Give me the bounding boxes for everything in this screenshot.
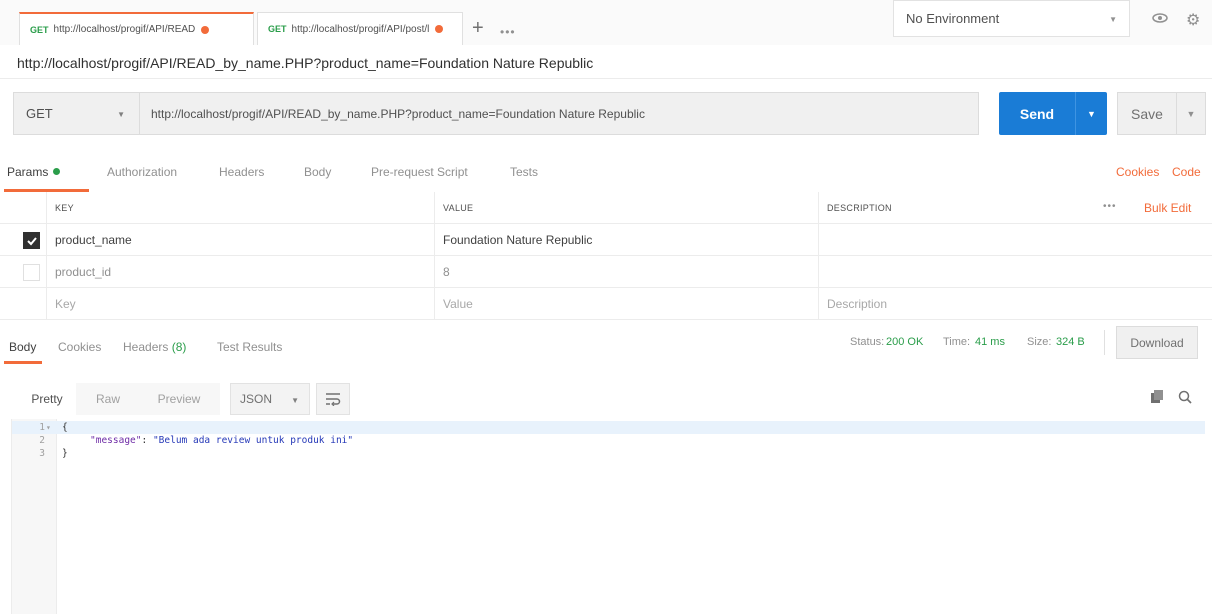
format-select[interactable]: JSON ▼ [230,383,310,415]
code-line: 1 ▾ { [12,421,1205,434]
json-string-value: "Belum ada review untuk produk ini" [152,435,354,446]
caret-down-icon: ▼ [117,110,125,119]
url-input[interactable] [139,92,979,135]
row-checkbox[interactable] [23,264,40,281]
json-separator: : [141,435,153,446]
eye-icon[interactable] [1152,13,1168,23]
bulk-edit-link[interactable]: Bulk Edit [1144,201,1191,215]
copy-icon[interactable] [1150,390,1164,404]
request-tab-read[interactable]: GET http://localhost/progif/API/READ [19,12,254,45]
download-button[interactable]: Download [1116,326,1198,359]
code-text: "message": "Belum ada review untuk produ… [90,434,353,447]
tab-method: GET [30,24,49,35]
save-button[interactable]: Save [1117,92,1177,135]
more-options-icon[interactable]: ••• [1103,201,1117,212]
line-number: 3 [39,448,45,459]
tab-tests[interactable]: Tests [510,165,538,179]
tab-strip: GET http://localhost/progif/API/READ GET… [0,0,1212,45]
code-text: } [62,448,68,459]
tab-response-body[interactable]: Body [9,340,36,354]
param-key[interactable]: product_id [46,256,434,287]
send-button[interactable]: Send [999,92,1075,135]
request-tabs: Params Authorization Headers Body Pre-re… [0,162,1212,190]
raw-tab[interactable]: Raw [84,383,132,415]
divider [0,78,1212,79]
params-header-row: KEY VALUE DESCRIPTION ••• Bulk Edit [0,192,1212,224]
param-description[interactable] [818,224,1212,255]
json-key: "message" [90,435,142,446]
tab-body[interactable]: Body [304,165,331,179]
tab-authorization[interactable]: Authorization [107,165,177,179]
request-name: http://localhost/progif/API/READ_by_name… [17,55,594,71]
table-row: product_id 8 [0,256,1212,288]
wrap-lines-icon [326,393,341,406]
param-value[interactable]: 8 [434,256,818,287]
environment-label: No Environment [906,11,1000,26]
column-header-value: VALUE [434,192,818,223]
new-param-row: Key Value Description [0,288,1212,320]
headers-count-badge: (8) [171,340,187,354]
new-key-input[interactable]: Key [46,288,434,319]
headers-label: Headers [123,340,169,354]
tab-response-cookies[interactable]: Cookies [58,340,101,354]
param-value[interactable]: Foundation Nature Republic [434,224,818,255]
tab-method: GET [268,24,287,34]
code-line: 2 "message": "Belum ada review untuk pro… [12,434,1205,447]
response-size: 324 B [1056,336,1085,348]
code-line: 3 } [12,447,1205,460]
tab-url: http://localhost/progif/API/READ [53,24,196,35]
unsaved-dot-icon [435,25,444,33]
fold-arrow-icon[interactable]: ▾ [46,421,51,434]
new-description-input[interactable]: Description [818,288,1212,319]
response-body-editor[interactable]: 1 ▾ { 2 "message": "Belum ada review unt… [11,419,1205,614]
pretty-tab[interactable]: Pretty [18,383,76,415]
tab-params-label: Params [7,165,49,179]
preview-tab[interactable]: Preview [143,383,215,415]
caret-down-icon: ▼ [1109,15,1117,24]
wrap-lines-button[interactable] [316,383,350,415]
new-value-input[interactable]: Value [434,288,818,319]
search-icon[interactable] [1178,390,1192,404]
caret-down-icon: ▼ [291,396,299,405]
tab-response-headers[interactable]: Headers (8) [123,340,186,354]
line-number: 1 [39,422,45,433]
response-time: 41 ms [975,336,1005,348]
unsaved-dot-icon [201,25,210,34]
status-label: Status: [850,336,885,348]
time-value: 41 ms [975,336,1005,348]
size-value: 324 B [1056,336,1085,348]
size-label: Size: [1027,336,1052,348]
param-description[interactable] [818,256,1212,287]
cookies-link[interactable]: Cookies [1116,165,1159,179]
new-tab-plus-icon[interactable]: + [472,18,484,38]
code-link[interactable]: Code [1172,165,1201,179]
params-active-dot-icon [53,168,61,175]
environment-select[interactable]: No Environment ▼ [893,0,1130,37]
tab-test-results[interactable]: Test Results [217,340,282,354]
method-label: GET [26,106,53,121]
column-header-key: KEY [46,192,434,223]
divider [1104,330,1105,355]
status-value: 200 OK [886,336,923,348]
time-label: Time: [943,336,971,348]
tab-url: http://localhost/progif/API/post/l [291,23,430,35]
line-number: 2 [39,435,45,446]
http-method-select[interactable]: GET ▼ [13,92,140,135]
status-code: 200 OK [886,336,924,348]
request-tab-post[interactable]: GET http://localhost/progif/API/post/l [257,12,463,45]
tab-headers[interactable]: Headers [219,165,264,179]
gear-icon[interactable]: ⚙ [1186,10,1200,30]
tab-more-icon[interactable]: ••• [500,25,516,39]
row-checkbox[interactable] [23,232,40,249]
tab-pre-request-script[interactable]: Pre-request Script [371,165,468,179]
send-options-caret-icon[interactable]: ▼ [1075,92,1107,135]
checkmark-icon [27,237,37,246]
param-key[interactable]: product_name [46,224,434,255]
tab-params[interactable]: Params [7,165,61,179]
active-tab-underline [4,361,42,364]
save-options-caret-icon[interactable]: ▼ [1176,92,1206,135]
code-text: { [62,422,68,433]
format-label: JSON [240,392,273,406]
table-row: product_name Foundation Nature Republic [0,224,1212,256]
